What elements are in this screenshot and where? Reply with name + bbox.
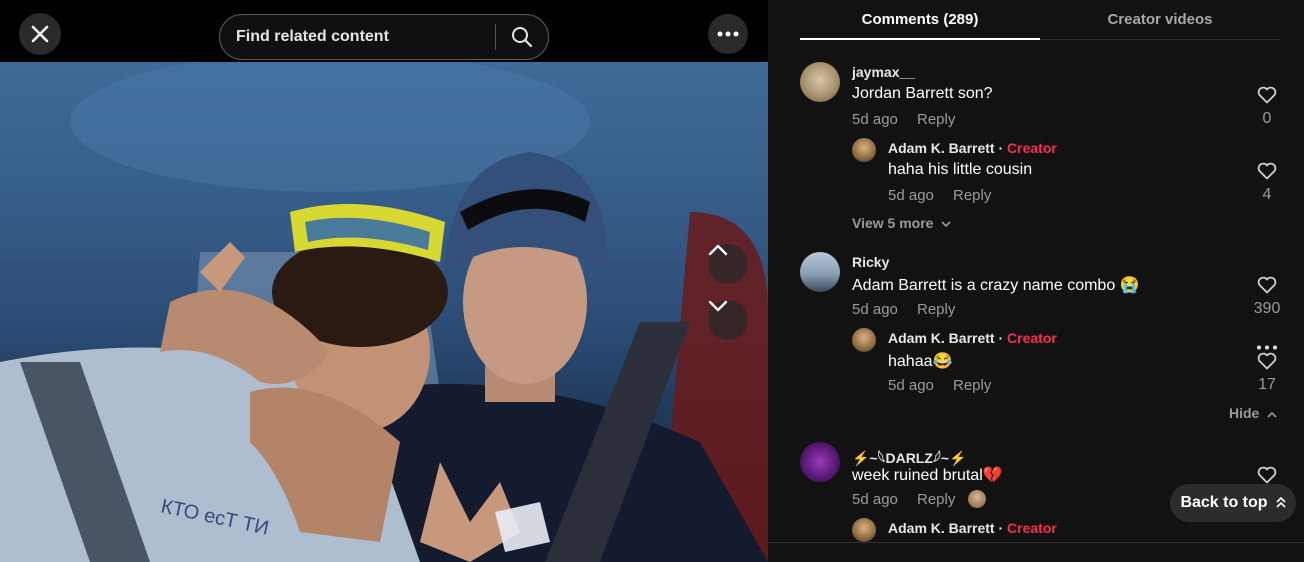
hide-replies-button[interactable]: Hide [1229, 405, 1277, 421]
avatar[interactable] [852, 518, 876, 542]
avatar[interactable] [800, 442, 840, 482]
separator: · [994, 520, 1008, 536]
viewer-topbar [0, 0, 768, 62]
comment-text: Adam Barrett is a crazy name combo 😭 [852, 277, 1140, 294]
search-input[interactable] [220, 15, 495, 59]
reply-username[interactable]: Adam K. Barrett · Creator [888, 330, 1057, 346]
view-more-label: View 5 more [852, 215, 934, 231]
search-icon [512, 27, 533, 48]
back-to-top-label: Back to top [1180, 494, 1268, 511]
back-to-top-button[interactable]: Back to top [1170, 484, 1296, 522]
like-button[interactable] [1252, 276, 1282, 299]
chevron-up-icon [708, 244, 728, 256]
avatar[interactable] [800, 62, 840, 102]
app-root: КТО есТ ТИ Comments (289) Creator videos… [0, 0, 1304, 562]
heart-outline-icon [1257, 86, 1277, 104]
like-count: 390 [1253, 300, 1281, 317]
heart-outline-icon [1257, 276, 1277, 294]
reply-timestamp: 5d ago [888, 377, 934, 394]
more-horizontal-icon [717, 31, 739, 37]
heart-outline-icon [1257, 352, 1277, 370]
avatar[interactable] [852, 138, 876, 162]
like-button[interactable] [1252, 86, 1282, 109]
reply-text: haha his little cousin [888, 161, 1033, 178]
close-button[interactable] [19, 13, 61, 55]
tab-comments[interactable]: Comments (289) [800, 0, 1040, 40]
like-count: 4 [1262, 186, 1272, 203]
comments-panel: Comments (289) Creator videos jaymax__ J… [768, 0, 1304, 562]
tab-creator-videos[interactable]: Creator videos [1040, 0, 1280, 40]
reply-button[interactable]: Reply [953, 187, 991, 204]
search-button[interactable] [496, 15, 548, 59]
reply-button[interactable]: Reply [953, 377, 991, 394]
comment-username[interactable]: Ricky [852, 254, 889, 270]
comment-text: week ruined brutal💔 [852, 467, 1003, 484]
video-pane: КТО есТ ТИ [0, 0, 768, 562]
separator: · [994, 330, 1008, 346]
chevron-down-icon [941, 221, 951, 228]
like-button[interactable] [1252, 352, 1282, 375]
avatar[interactable] [852, 328, 876, 352]
creator-liked-avatar [968, 490, 986, 508]
reply-button[interactable]: Reply [917, 111, 955, 128]
chevron-down-icon [708, 300, 728, 312]
comment-timestamp: 5d ago [852, 111, 898, 128]
chevron-up-icon [1267, 411, 1277, 418]
previous-video-button[interactable] [708, 244, 748, 284]
reply-button[interactable]: Reply [917, 301, 955, 318]
heart-outline-icon [1257, 466, 1277, 484]
panel-divider [768, 542, 1304, 543]
separator: · [994, 140, 1008, 156]
reply-timestamp: 5d ago [888, 187, 934, 204]
comment-text: Jordan Barrett son? [852, 85, 993, 102]
close-icon [31, 25, 49, 43]
double-chevron-up-icon [1275, 497, 1286, 508]
view-more-replies-button[interactable]: View 5 more [852, 215, 951, 231]
comment-timestamp: 5d ago [852, 301, 898, 318]
search-bar [219, 14, 549, 60]
reply-author-name[interactable]: Adam K. Barrett [888, 520, 995, 536]
hide-label: Hide [1229, 405, 1260, 421]
reply-username[interactable]: Adam K. Barrett · Creator [888, 140, 1057, 156]
comment-tabs: Comments (289) Creator videos [800, 0, 1280, 40]
heart-outline-icon [1257, 162, 1277, 180]
more-horizontal-icon [1257, 345, 1277, 350]
creator-badge: Creator [1007, 520, 1057, 536]
creator-badge: Creator [1007, 140, 1057, 156]
more-options-button[interactable] [708, 14, 748, 54]
next-video-button[interactable] [708, 300, 748, 340]
reply-author-name[interactable]: Adam K. Barrett [888, 140, 995, 156]
creator-badge: Creator [1007, 330, 1057, 346]
like-button[interactable] [1252, 162, 1282, 185]
reply-username[interactable]: Adam K. Barrett · Creator [888, 520, 1057, 536]
photo-illustration: КТО есТ ТИ [0, 62, 768, 562]
reply-button[interactable]: Reply [917, 491, 955, 508]
like-count: 17 [1258, 376, 1276, 393]
reply-author-name[interactable]: Adam K. Barrett [888, 330, 995, 346]
reply-text: hahaa😂 [888, 353, 953, 370]
comment-timestamp: 5d ago [852, 491, 898, 508]
avatar[interactable] [800, 252, 840, 292]
video-frame-image[interactable]: КТО есТ ТИ [0, 62, 768, 562]
comment-username[interactable]: jaymax__ [852, 64, 915, 80]
like-count: 0 [1262, 110, 1272, 127]
